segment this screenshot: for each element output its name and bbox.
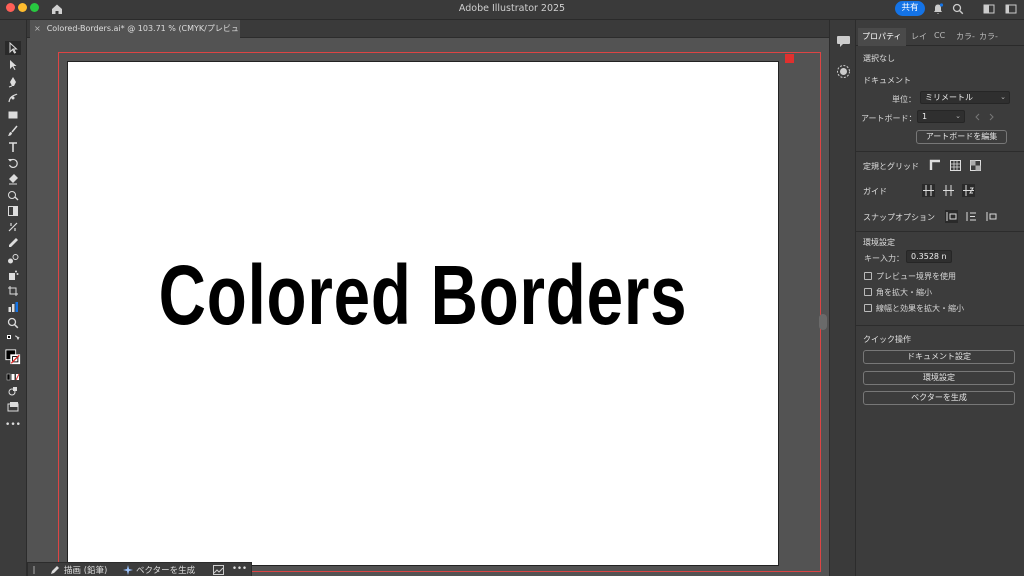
selection-status: 選択なし	[863, 54, 895, 63]
tab-properties[interactable]: プロパティ	[862, 31, 902, 42]
curvature-tool-icon[interactable]	[5, 91, 21, 105]
column-graph-tool-icon[interactable]	[5, 300, 21, 314]
snap-to-glyph-icon[interactable]	[985, 210, 998, 223]
generate-vector-button[interactable]: ベクターを生成	[136, 564, 195, 576]
artboard-headline[interactable]: Colored Borders	[146, 247, 700, 344]
lock-guides-icon[interactable]	[942, 184, 955, 197]
scale-corners-label: 角を拡大・縮小	[876, 288, 932, 297]
type-tool-icon[interactable]	[5, 140, 21, 154]
close-tab-icon[interactable]: ×	[34, 24, 41, 33]
document-section-title: ドキュメント	[863, 76, 911, 85]
artboard-corner-icon[interactable]	[785, 54, 794, 63]
eraser-tool-icon[interactable]	[5, 172, 21, 186]
mesh-tool-icon[interactable]	[5, 220, 21, 234]
rulers-grids-label: 定規とグリッド	[863, 162, 919, 171]
tools-panel: •••	[0, 20, 27, 576]
previous-artboard-icon[interactable]	[974, 113, 982, 121]
edit-toolbar-icon[interactable]: •••	[5, 418, 21, 432]
artboard[interactable]: Colored Borders	[67, 61, 779, 566]
snap-options-label: スナップオプション	[863, 213, 935, 222]
symbol-sprayer-tool-icon[interactable]	[5, 268, 21, 282]
use-preview-bounds-checkbox[interactable]	[864, 272, 872, 280]
color-mode-icon[interactable]	[5, 370, 21, 384]
vertical-scrollbar[interactable]	[819, 314, 827, 330]
smart-guides-icon[interactable]	[962, 184, 975, 197]
blend-tool-icon[interactable]	[5, 252, 21, 266]
comments-icon[interactable]	[836, 34, 851, 49]
image-icon[interactable]	[213, 565, 224, 575]
transparency-grid-icon[interactable]	[969, 159, 982, 172]
preferences-button[interactable]: 環境設定	[863, 371, 1015, 385]
show-guides-icon[interactable]	[922, 184, 935, 197]
keyboard-increment-label: キー入力：	[864, 254, 904, 263]
artboard-label: アートボード：	[861, 114, 917, 123]
units-label: 単位：	[892, 95, 916, 104]
scale-strokes-effects-checkbox[interactable]	[864, 304, 872, 312]
document-tab[interactable]: × Colored-Borders.ai* @ 103.71 % (CMYK/プレ…	[30, 20, 240, 51]
drag-handle-icon[interactable]	[32, 565, 38, 575]
preferences-section-title: 環境設定	[863, 238, 895, 247]
document-tab-bar: × Colored-Borders.ai* @ 103.71 % (CMYK/プレ…	[27, 20, 829, 51]
zoom-tool-icon[interactable]	[5, 316, 21, 330]
draw-pencil-button[interactable]: 描画 (鉛筆)	[64, 564, 107, 576]
chevron-down-icon: ⌄	[1000, 93, 1006, 101]
tab-color-guide[interactable]: カラ-	[979, 31, 998, 42]
rectangle-tool-icon[interactable]	[5, 108, 21, 122]
next-artboard-icon[interactable]	[987, 113, 995, 121]
rulers-icon[interactable]	[929, 159, 942, 172]
keyboard-increment-input[interactable]: 0.3528 n	[906, 250, 952, 263]
more-options-button[interactable]: •••	[232, 564, 247, 574]
screen-mode-icon[interactable]	[5, 400, 21, 414]
panel-toggle-icon[interactable]	[1005, 3, 1017, 15]
app-title: Adobe Illustrator 2025	[458, 3, 566, 14]
edit-artboards-button[interactable]: アートボードを編集	[916, 130, 1007, 144]
tab-color[interactable]: カラ-	[956, 31, 975, 42]
guides-label: ガイド	[863, 187, 887, 196]
swap-fill-stroke-icon[interactable]	[5, 333, 21, 347]
artboard-select[interactable]: 1 ⌄	[917, 110, 965, 123]
gradient-tool-icon[interactable]	[5, 204, 21, 218]
appearance-icon[interactable]	[836, 64, 851, 79]
panel-dock	[829, 20, 856, 576]
tab-layers[interactable]: レイ	[911, 31, 927, 42]
direct-selection-tool-icon[interactable]	[5, 58, 21, 72]
fill-stroke-swatch-icon[interactable]	[5, 347, 21, 367]
workspace-switcher-icon[interactable]	[983, 3, 995, 15]
paintbrush-tool-icon[interactable]	[5, 124, 21, 138]
units-value: ミリメートル	[925, 93, 973, 102]
title-bar: Adobe Illustrator 2025 共有	[0, 0, 1024, 20]
selection-tool-icon[interactable]	[5, 41, 21, 55]
properties-panel: プロパティ レイ CC カラ- カラ- 選択なし ドキュメント 単位： ミリメー…	[856, 20, 1024, 576]
eyedropper-tool-icon[interactable]	[5, 236, 21, 250]
snap-to-pixel-icon[interactable]	[965, 210, 978, 223]
scale-corners-checkbox[interactable]	[864, 288, 872, 296]
pencil-icon	[51, 566, 59, 574]
use-preview-bounds-label: プレビュー境界を使用	[876, 272, 956, 281]
tab-cc-libraries[interactable]: CC	[934, 31, 945, 40]
scale-strokes-effects-label: 線幅と効果を拡大・縮小	[876, 304, 964, 313]
drawing-mode-icon[interactable]	[5, 384, 21, 398]
artboard-value: 1	[922, 112, 928, 121]
shape-builder-tool-icon[interactable]	[5, 188, 21, 202]
rotate-tool-icon[interactable]	[5, 156, 21, 170]
share-button[interactable]: 共有	[895, 1, 925, 16]
generate-vector-quick-button[interactable]: ベクターを生成	[863, 391, 1015, 405]
artboard-tool-icon[interactable]	[5, 284, 21, 298]
search-icon[interactable]	[952, 3, 964, 15]
snap-to-point-icon[interactable]	[945, 210, 958, 223]
pen-tool-icon[interactable]	[5, 75, 21, 89]
grid-icon[interactable]	[949, 159, 962, 172]
quick-actions-title: クイック操作	[863, 335, 911, 344]
chevron-down-icon: ⌄	[955, 112, 961, 120]
contextual-task-bar: 描画 (鉛筆) ベクターを生成 •••	[27, 562, 252, 576]
panel-tabs: プロパティ レイ CC カラ- カラ-	[856, 28, 1024, 46]
generate-vector-icon	[123, 565, 133, 575]
canvas[interactable]: Colored Borders	[27, 38, 829, 576]
units-select[interactable]: ミリメートル ⌄	[920, 91, 1010, 104]
document-setup-button[interactable]: ドキュメント設定	[863, 350, 1015, 364]
bell-icon[interactable]	[932, 3, 944, 15]
